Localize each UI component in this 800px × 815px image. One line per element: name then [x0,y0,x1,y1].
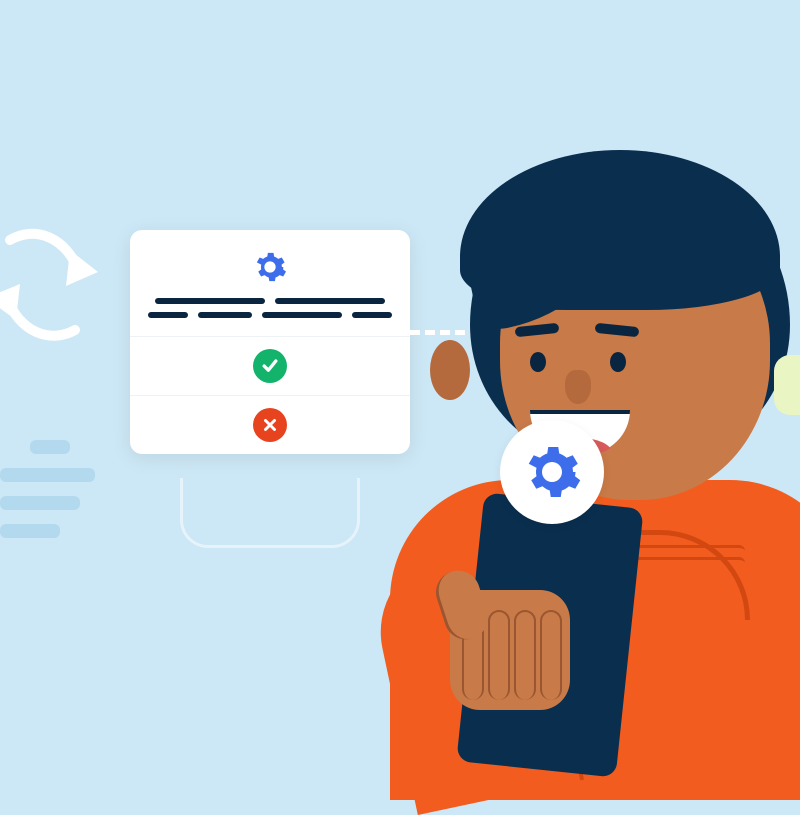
decorative-bars [0,440,95,552]
gear-icon [150,250,390,284]
status-ok-row [150,337,390,395]
illustration-scene [0,0,800,800]
earbud-icon [774,355,800,415]
cross-icon [253,408,287,442]
refresh-icon [0,200,100,380]
settings-card [130,230,410,454]
card-stand [180,478,360,548]
check-icon [253,349,287,383]
gear-badge [500,420,604,524]
status-error-row [150,396,390,454]
gear-icon [522,442,582,502]
card-text-placeholder [150,298,390,318]
